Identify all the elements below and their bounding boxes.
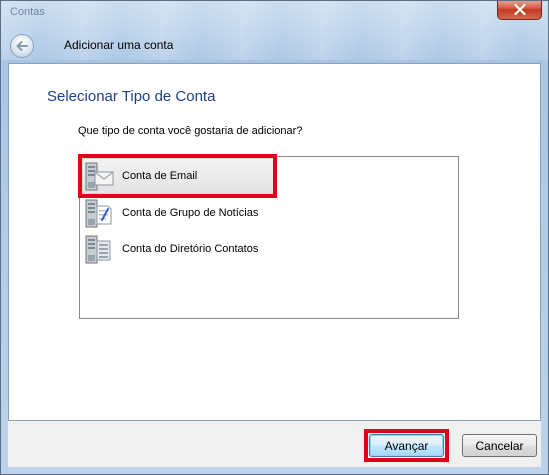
dialog-title: Adicionar uma conta <box>64 38 174 52</box>
list-item-label: Conta do Diretório Contatos <box>122 243 259 255</box>
back-arrow-icon <box>16 41 28 51</box>
add-account-window: Contas Adicionar uma conta Selecionar Ti… <box>0 0 549 475</box>
newsgroup-server-icon <box>83 197 115 229</box>
close-button[interactable] <box>497 0 542 20</box>
window-title: Contas <box>10 6 45 18</box>
next-highlight-annotation <box>364 429 449 462</box>
list-item-directory-account[interactable]: Conta do Diretório Contatos <box>83 233 258 265</box>
cancel-button[interactable]: Cancelar <box>462 434 537 457</box>
account-type-list[interactable]: Conta de Email Conta de Grupo de Notícia… <box>78 154 459 319</box>
close-icon <box>513 4 526 15</box>
back-button[interactable] <box>10 34 34 58</box>
button-bar: Avançar Cancelar <box>8 421 541 467</box>
directory-server-icon <box>83 233 115 265</box>
account-type-question: Que tipo de conta você gostaria de adici… <box>78 125 303 137</box>
email-highlight-annotation <box>78 154 277 198</box>
page-title: Selecionar Tipo de Conta <box>47 88 216 105</box>
list-item-label: Conta de Grupo de Notícias <box>122 207 259 219</box>
content-panel: Selecionar Tipo de Conta Que tipo de con… <box>8 63 541 421</box>
list-item-newsgroup-account[interactable]: Conta de Grupo de Notícias <box>83 197 258 229</box>
